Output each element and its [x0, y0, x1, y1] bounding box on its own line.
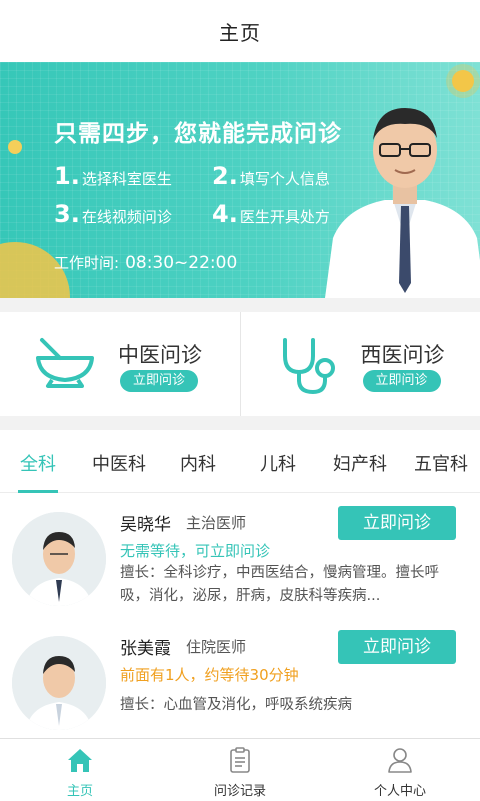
step-text: 在线视频问诊 — [82, 206, 172, 227]
step-number: 4. — [212, 200, 238, 228]
doctor-title: 住院医师 — [186, 636, 246, 657]
western-consult-card[interactable]: 西医问诊 立即问诊 — [240, 312, 480, 416]
step-text: 医生开具处方 — [240, 206, 330, 227]
active-tab-indicator — [18, 490, 58, 493]
doctor-name: 吴晓华 — [120, 510, 171, 535]
tabbar-home[interactable]: 主页 — [0, 739, 160, 801]
doctor-list-item[interactable]: 吴晓华 主治医师 无需等待，可立即问诊 擅长：全科诊疗，中西医结合，慢病管理。擅… — [0, 502, 480, 622]
hours-value: 08:30~22:00 — [125, 253, 237, 273]
tab-pediatrics[interactable]: 儿科 — [260, 450, 296, 476]
step-text: 选择科室医生 — [82, 168, 172, 189]
banner-step-1: 1. 选择科室医生 — [54, 162, 172, 190]
consult-now-button[interactable]: 立即问诊 — [338, 630, 456, 664]
tcm-consult-card[interactable]: 中医问诊 立即问诊 — [0, 312, 240, 416]
doctor-name: 张美霞 — [120, 634, 171, 659]
doctor-avatar — [12, 512, 106, 606]
step-number: 1. — [54, 162, 80, 190]
banner-step-4: 4. 医生开具处方 — [212, 200, 330, 228]
working-hours: 工作时间: 08:30~22:00 — [54, 252, 237, 273]
tabbar-label: 主页 — [0, 780, 160, 799]
step-number: 2. — [212, 162, 238, 190]
tcm-consult-button[interactable]: 立即问诊 — [120, 370, 198, 392]
department-section: 全科 中医科 内科 儿科 妇产科 五官科 吴晓华 主治医师 无需等待，可立即问诊… — [0, 430, 480, 738]
department-tabs: 全科 中医科 内科 儿科 妇产科 五官科 — [0, 430, 480, 493]
western-consult-title: 西医问诊 — [361, 339, 445, 369]
bottom-tab-bar: 主页 问诊记录 个人中心 — [0, 738, 480, 801]
tab-obgyn[interactable]: 妇产科 — [333, 450, 387, 476]
doctor-illustration — [325, 88, 480, 298]
tab-ent[interactable]: 五官科 — [414, 450, 468, 476]
top-header: 主页 — [0, 0, 480, 63]
banner-step-3: 3. 在线视频问诊 — [54, 200, 172, 228]
mortar-bowl-icon — [34, 336, 96, 388]
doctor-specialty: 擅长：心血管及消化，呼吸系统疾病 — [120, 694, 454, 717]
tabbar-records[interactable]: 问诊记录 — [160, 739, 320, 801]
tabbar-label: 个人中心 — [320, 780, 480, 799]
tab-tcm[interactable]: 中医科 — [92, 450, 146, 476]
western-consult-button[interactable]: 立即问诊 — [363, 370, 441, 392]
step-text: 填写个人信息 — [240, 168, 330, 189]
banner-step-2: 2. 填写个人信息 — [212, 162, 330, 190]
stethoscope-icon — [279, 336, 341, 396]
hours-label: 工作时间: — [54, 254, 119, 272]
tabbar-label: 问诊记录 — [160, 780, 320, 799]
tab-general[interactable]: 全科 — [20, 450, 56, 476]
doctor-status: 前面有1人，约等待30分钟 — [120, 664, 299, 685]
doctor-title: 主治医师 — [186, 512, 246, 533]
tab-internal[interactable]: 内科 — [180, 450, 216, 476]
promo-banner[interactable]: 只需四步，您就能完成问诊 1. 选择科室医生 2. 填写个人信息 3. 在线视频… — [0, 62, 480, 298]
doctor-specialty: 擅长：全科诊疗，中西医结合，慢病管理。擅长呼吸，消化，泌尿，肝病，皮肤科等疾病.… — [120, 562, 454, 608]
doctor-status: 无需等待，可立即问诊 — [120, 540, 270, 561]
consult-options: 中医问诊 立即问诊 西医问诊 立即问诊 — [0, 312, 480, 416]
clipboard-icon — [225, 745, 255, 775]
dot-decoration — [8, 140, 22, 154]
step-number: 3. — [54, 200, 80, 228]
doctor-avatar — [12, 636, 106, 730]
banner-headline: 只需四步，您就能完成问诊 — [54, 114, 342, 148]
page-title: 主页 — [219, 17, 261, 46]
tabbar-profile[interactable]: 个人中心 — [320, 739, 480, 801]
tcm-consult-title: 中医问诊 — [118, 339, 202, 369]
home-icon — [65, 745, 95, 775]
consult-now-button[interactable]: 立即问诊 — [338, 506, 456, 540]
doctor-list-item[interactable]: 张美霞 住院医师 前面有1人，约等待30分钟 擅长：心血管及消化，呼吸系统疾病 … — [0, 626, 480, 746]
person-icon — [385, 745, 415, 775]
